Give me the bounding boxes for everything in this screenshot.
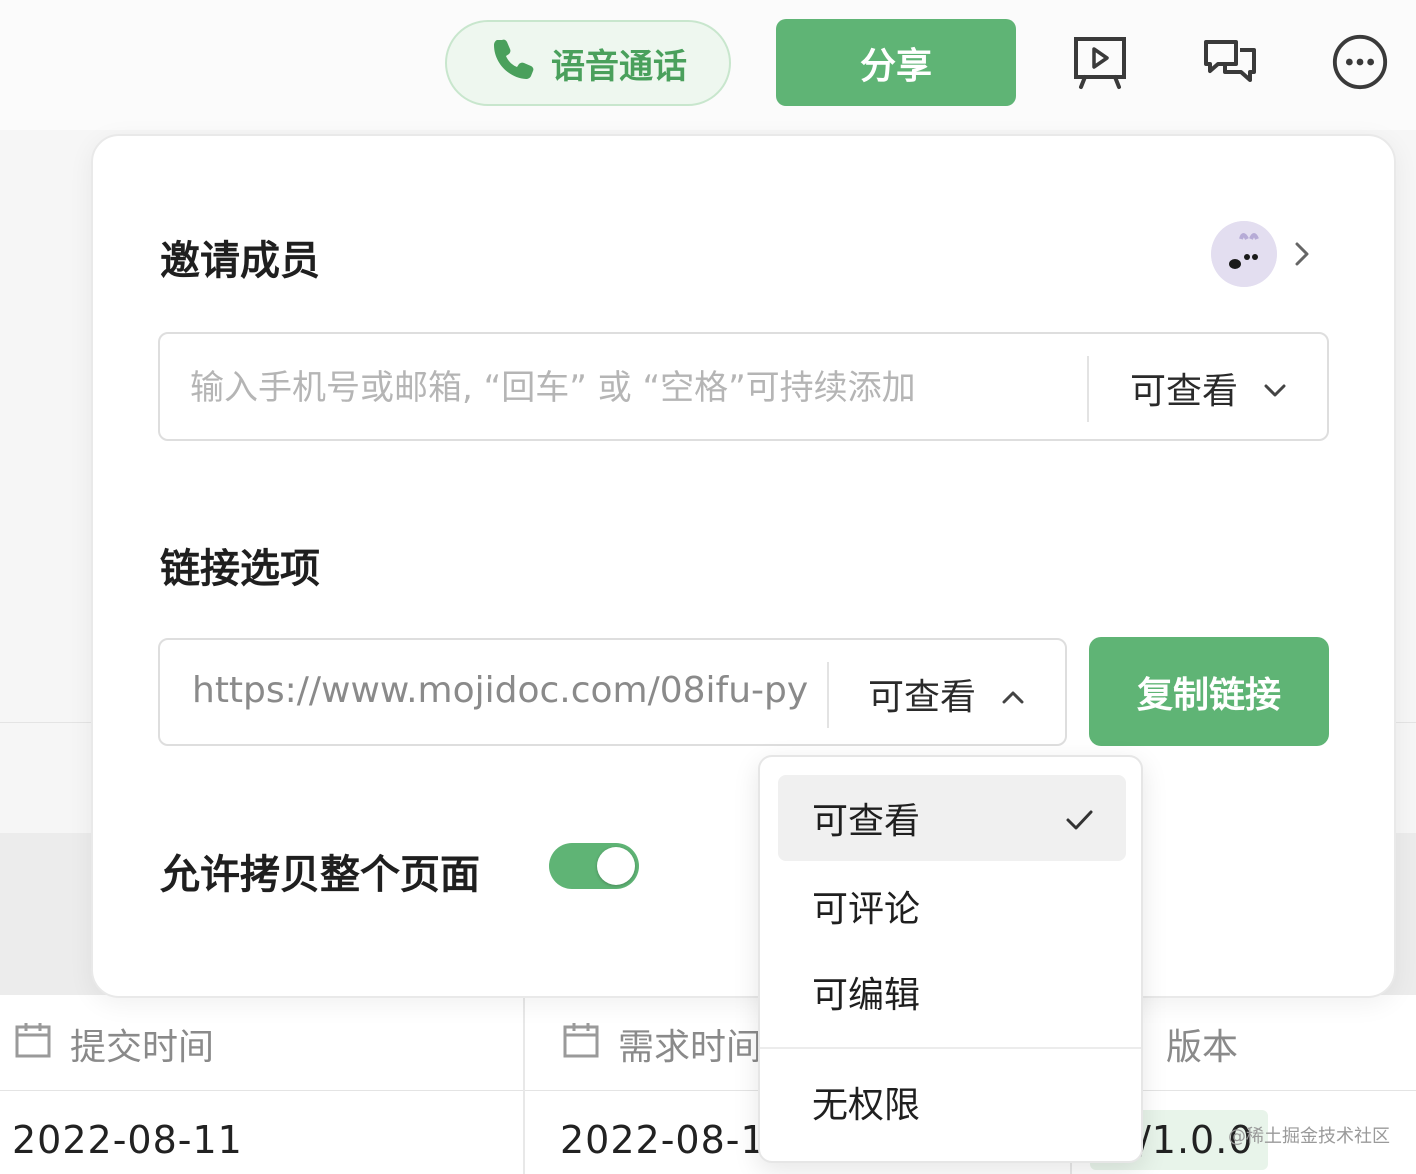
dropdown-item-view[interactable]: 可查看	[778, 775, 1126, 861]
chevron-up-icon	[1000, 674, 1026, 715]
column-header-label: 版本	[1166, 1027, 1239, 1068]
column-header-label: 提交时间	[70, 1027, 215, 1068]
invite-input[interactable]	[190, 360, 1070, 416]
permission-dropdown: 可查看 可评论 可编辑 无权限	[758, 755, 1143, 1163]
watermark: @稀土掘金技术社区	[1228, 1126, 1390, 1147]
table-cell-submit-time: 2022-08-11	[12, 1118, 243, 1162]
chevron-right-icon[interactable]	[1290, 238, 1314, 270]
allow-copy-toggle[interactable]	[549, 843, 639, 889]
invite-permission-select[interactable]: 可查看	[1130, 362, 1288, 414]
copy-link-label: 复制链接	[1136, 674, 1281, 716]
chevron-down-icon	[1262, 368, 1288, 409]
phone-icon	[489, 35, 537, 92]
voice-call-label: 语音通话	[551, 46, 687, 87]
link-permission-select[interactable]: 可查看	[868, 668, 1026, 720]
dropdown-item-label: 可评论	[812, 889, 921, 930]
check-icon	[1064, 803, 1094, 833]
dropdown-separator	[760, 1047, 1141, 1049]
dropdown-item-label: 可查看	[812, 801, 921, 842]
avatar[interactable]	[1211, 221, 1277, 287]
more-icon[interactable]	[1330, 32, 1390, 92]
allow-copy-label: 允许拷贝整个页面	[160, 852, 480, 898]
column-header-request-time[interactable]: 需求时间	[562, 1018, 762, 1070]
dropdown-item-edit[interactable]: 可编辑	[778, 949, 1126, 1035]
toggle-knob	[597, 847, 635, 885]
link-divider	[827, 662, 829, 728]
presentation-icon[interactable]	[1070, 32, 1130, 92]
copy-link-button[interactable]: 复制链接	[1089, 637, 1329, 746]
invite-members-title: 邀请成员	[160, 238, 320, 284]
share-button[interactable]: 分享	[776, 19, 1016, 106]
dropdown-item-comment[interactable]: 可评论	[778, 863, 1126, 949]
invite-input-box: 可查看	[158, 332, 1329, 441]
dropdown-item-label: 可编辑	[812, 975, 921, 1016]
voice-call-button[interactable]: 语音通话	[445, 20, 731, 106]
input-divider	[1087, 356, 1089, 422]
dropdown-item-label: 无权限	[812, 1085, 921, 1126]
calendar-icon	[562, 1021, 600, 1068]
column-header-label: 需求时间	[618, 1027, 763, 1068]
link-options-title: 链接选项	[160, 546, 320, 592]
comments-icon[interactable]	[1200, 32, 1260, 92]
column-header-submit-time[interactable]: 提交时间	[14, 1018, 214, 1070]
table-row-divider	[0, 1090, 1416, 1091]
share-label: 分享	[859, 45, 932, 87]
calendar-icon	[14, 1021, 52, 1068]
table-column-divider	[523, 995, 525, 1174]
dropdown-item-no-access[interactable]: 无权限	[778, 1059, 1126, 1145]
link-url[interactable]: https://www.mojidoc.com/08ifu-py	[192, 670, 822, 711]
link-permission-label: 可查看	[868, 677, 977, 718]
invite-permission-label: 可查看	[1130, 371, 1239, 412]
link-box: https://www.mojidoc.com/08ifu-py 可查看	[158, 638, 1067, 746]
table-cell-request-time: 2022-08-1	[560, 1118, 766, 1162]
